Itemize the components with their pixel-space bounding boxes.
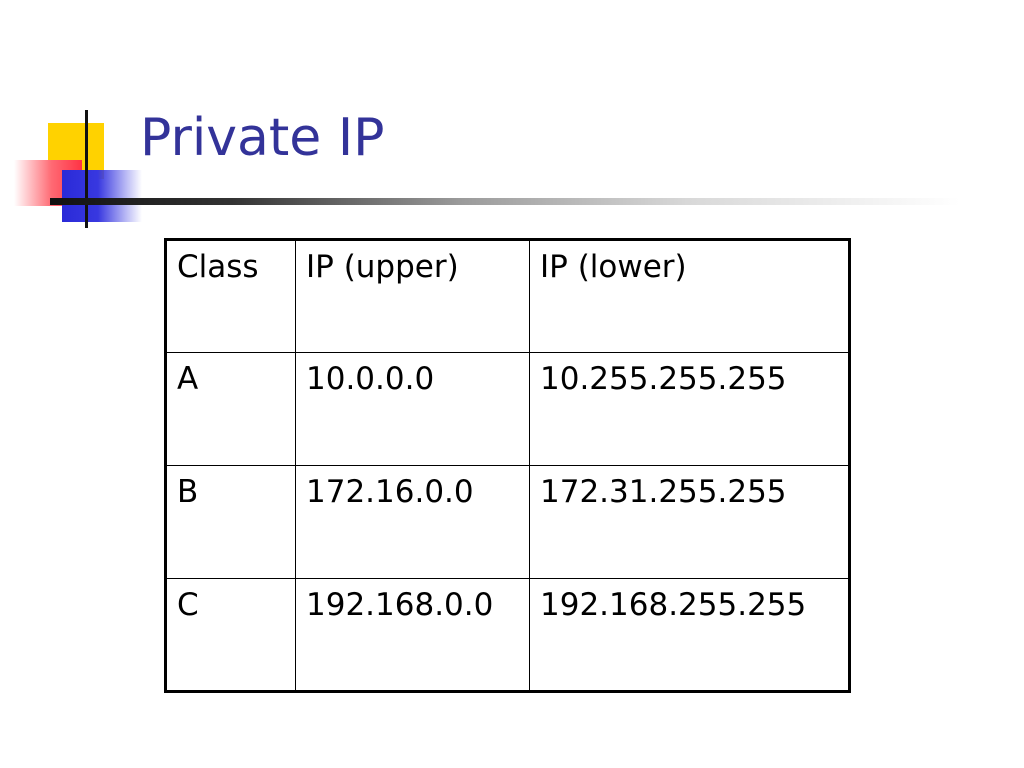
table-row: A 10.0.0.0 10.255.255.255 [165, 352, 850, 466]
header-cell-class: Class [165, 239, 296, 353]
table-cell-ip-lower: 192.168.255.255 [529, 578, 850, 692]
table-cell-class: B [165, 465, 296, 579]
slide-title: Private IP [140, 108, 385, 168]
table-row: C 192.168.0.0 192.168.255.255 [165, 578, 850, 692]
table-row: B 172.16.0.0 172.31.255.255 [165, 465, 850, 579]
private-ip-table: Class IP (upper) IP (lower) A 10.0.0.0 1… [164, 238, 851, 693]
title-underline-divider [50, 198, 960, 205]
table-header-row: Class IP (upper) IP (lower) [165, 239, 850, 353]
logo-blue-square [62, 170, 142, 222]
table-cell-ip-lower: 172.31.255.255 [529, 465, 850, 579]
logo-vertical-line [85, 110, 88, 228]
table-cell-class: C [165, 578, 296, 692]
table-cell-ip-upper: 10.0.0.0 [295, 352, 530, 466]
table-cell-ip-upper: 172.16.0.0 [295, 465, 530, 579]
header-cell-ip-upper: IP (upper) [295, 239, 530, 353]
header-cell-ip-lower: IP (lower) [529, 239, 850, 353]
table-cell-class: A [165, 352, 296, 466]
slide: Private IP Class IP (upper) IP (lower) A… [0, 0, 1024, 768]
table-cell-ip-lower: 10.255.255.255 [529, 352, 850, 466]
table-cell-ip-upper: 192.168.0.0 [295, 578, 530, 692]
